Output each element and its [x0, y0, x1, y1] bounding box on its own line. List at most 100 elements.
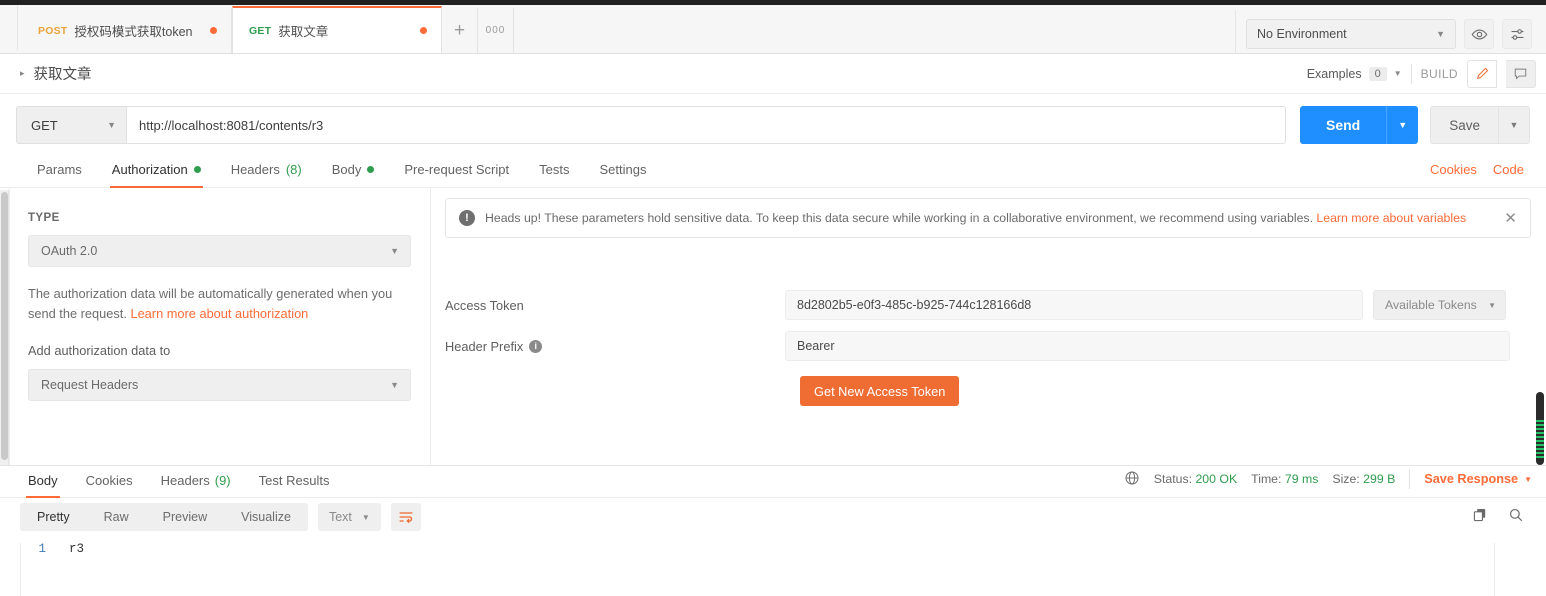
auth-type-label: TYPE: [28, 212, 60, 224]
code-editor-left-edge: [20, 543, 21, 596]
tab-authorization[interactable]: Authorization: [97, 162, 216, 188]
response-tab-cookies[interactable]: Cookies: [72, 473, 147, 497]
code-editor-right-edge: [1494, 543, 1495, 596]
authorization-panel: TYPE OAuth 2.0 ▼ The authorization data …: [0, 188, 1546, 465]
tab-body[interactable]: Body: [317, 162, 390, 187]
header-prefix-label: Header Prefix: [445, 338, 524, 354]
examples-label: Examples: [1306, 66, 1362, 81]
request-scrollbar-track[interactable]: [0, 190, 9, 465]
tab-method-1: GET: [249, 24, 272, 37]
access-token-input[interactable]: 8d2802b5-e0f3-485c-b925-744c128166d8: [785, 290, 1363, 320]
eye-icon[interactable]: [1464, 19, 1494, 49]
save-button[interactable]: Save: [1430, 106, 1498, 144]
unsaved-dot-icon-0: [210, 27, 217, 34]
response-view-mode-group: Pretty Raw Preview Visualize: [20, 503, 308, 531]
copy-icon[interactable]: [1472, 507, 1488, 528]
tab-params[interactable]: Params: [22, 162, 97, 187]
response-tab-cookies-label: Cookies: [85, 473, 133, 488]
request-section-tabs: Params Authorization Headers (8) Body Pr…: [0, 155, 1546, 188]
tab-settings[interactable]: Settings: [584, 162, 661, 187]
tab-pre-request-script[interactable]: Pre-request Script: [389, 162, 524, 187]
globe-icon[interactable]: [1124, 470, 1140, 489]
time-label: Time:: [1251, 472, 1282, 486]
comment-icon[interactable]: [1506, 59, 1536, 88]
response-body-code[interactable]: 1 r3: [0, 542, 1546, 556]
request-name-actions: Examples 0 ▼ BUILD: [1306, 59, 1546, 88]
view-mode-raw[interactable]: Raw: [87, 503, 146, 531]
auth-type-value: OAuth 2.0: [41, 244, 98, 258]
available-tokens-selector[interactable]: Available Tokens ▼: [1373, 290, 1506, 320]
status-label: Status:: [1153, 472, 1193, 486]
response-tab-test-results[interactable]: Test Results: [245, 473, 344, 497]
chevron-down-icon: ▼: [1436, 29, 1445, 39]
response-tab-body[interactable]: Body: [14, 473, 72, 498]
response-tab-headers-count: (9): [214, 473, 231, 488]
get-new-access-token-button[interactable]: Get New Access Token: [800, 376, 960, 406]
request-tab-0[interactable]: POST 授权码模式获取token: [22, 8, 232, 53]
tab-tests[interactable]: Tests: [524, 162, 584, 187]
chevron-down-icon: ▼: [390, 246, 399, 256]
line-number: 1: [38, 542, 46, 556]
collapse-caret-icon[interactable]: ▸: [20, 68, 25, 79]
request-scrollbar-thumb[interactable]: [1, 192, 8, 460]
tab-name-0: 授权码模式获取token: [74, 25, 193, 39]
exclamation-icon: !: [459, 210, 475, 226]
status-dot-icon: [193, 166, 201, 173]
tab-headers[interactable]: Headers (8): [216, 162, 317, 187]
tab-headers-label: Headers: [230, 162, 280, 177]
environment-selector[interactable]: No Environment ▼: [1246, 19, 1456, 49]
response-body-actions: [1472, 507, 1546, 528]
save-options-caret-icon[interactable]: ▼: [1498, 106, 1530, 144]
tab-body-label: Body: [331, 162, 362, 177]
request-tab-bar: POST 授权码模式获取token GET 获取文章 + 000 No Envi…: [0, 5, 1546, 58]
learn-more-variables-link[interactable]: Learn more about variables: [1316, 211, 1466, 225]
code-link[interactable]: Code: [1493, 162, 1524, 177]
send-button-group: Send ▼: [1299, 106, 1419, 144]
response-format-selector[interactable]: Text ▼: [317, 503, 381, 531]
wrap-lines-icon[interactable]: [390, 503, 421, 531]
request-tab-1[interactable]: GET 获取文章: [232, 6, 442, 53]
sensitive-data-banner: ! Heads up! These parameters hold sensit…: [445, 198, 1531, 238]
auth-type-selector[interactable]: OAuth 2.0 ▼: [28, 235, 411, 267]
view-mode-pretty[interactable]: Pretty: [20, 503, 87, 531]
view-mode-preview[interactable]: Preview: [146, 503, 224, 531]
url-input[interactable]: http://localhost:8081/contents/r3: [126, 106, 1286, 144]
sliders-icon[interactable]: [1502, 19, 1532, 49]
response-tab-body-label: Body: [28, 473, 58, 488]
chevron-down-icon: ▼: [1393, 69, 1402, 78]
header-prefix-row: Header Prefix i Bearer: [445, 331, 1532, 361]
save-response-button[interactable]: Save Response ▼: [1424, 472, 1532, 486]
access-token-label: Access Token: [445, 297, 524, 313]
send-options-caret-icon[interactable]: ▼: [1386, 106, 1419, 144]
info-icon[interactable]: i: [529, 339, 543, 353]
tab-params-label: Params: [37, 162, 82, 177]
http-method-selector[interactable]: GET ▼: [16, 106, 126, 144]
response-panel: Body Cookies Headers (9) Test Results St…: [0, 465, 1546, 596]
send-button[interactable]: Send: [1299, 106, 1387, 144]
page-title: 获取文章: [33, 67, 92, 83]
response-tab-headers[interactable]: Headers (9): [147, 473, 245, 497]
add-auth-data-selector[interactable]: Request Headers ▼: [28, 369, 411, 401]
add-tab-button[interactable]: +: [442, 8, 478, 53]
size-value: 299 B: [1363, 472, 1396, 486]
build-button[interactable]: BUILD: [1421, 67, 1458, 81]
more-tabs-icon[interactable]: 000: [478, 8, 514, 53]
save-response-label: Save Response: [1424, 472, 1519, 486]
view-mode-visualize[interactable]: Visualize: [224, 503, 308, 531]
cookies-link[interactable]: Cookies: [1430, 162, 1477, 177]
size-label: Size:: [1332, 472, 1360, 486]
divider: [1410, 63, 1412, 84]
response-format-label: Text: [328, 510, 352, 524]
learn-more-authorization-link[interactable]: Learn more about authorization: [130, 306, 308, 321]
tab-name-1: 获取文章: [278, 25, 329, 39]
search-icon[interactable]: [1508, 507, 1524, 528]
environment-selected-label: No Environment: [1257, 27, 1347, 41]
chevron-down-icon: ▼: [107, 120, 116, 130]
examples-control[interactable]: Examples 0 ▼: [1306, 66, 1402, 81]
header-prefix-input[interactable]: Bearer: [785, 331, 1510, 361]
tab-settings-label: Settings: [599, 162, 647, 177]
save-button-group: Save ▼: [1430, 106, 1530, 144]
response-tab-test-results-label: Test Results: [258, 473, 330, 488]
pencil-icon[interactable]: [1467, 59, 1497, 88]
close-icon[interactable]: ✕: [1504, 209, 1517, 227]
